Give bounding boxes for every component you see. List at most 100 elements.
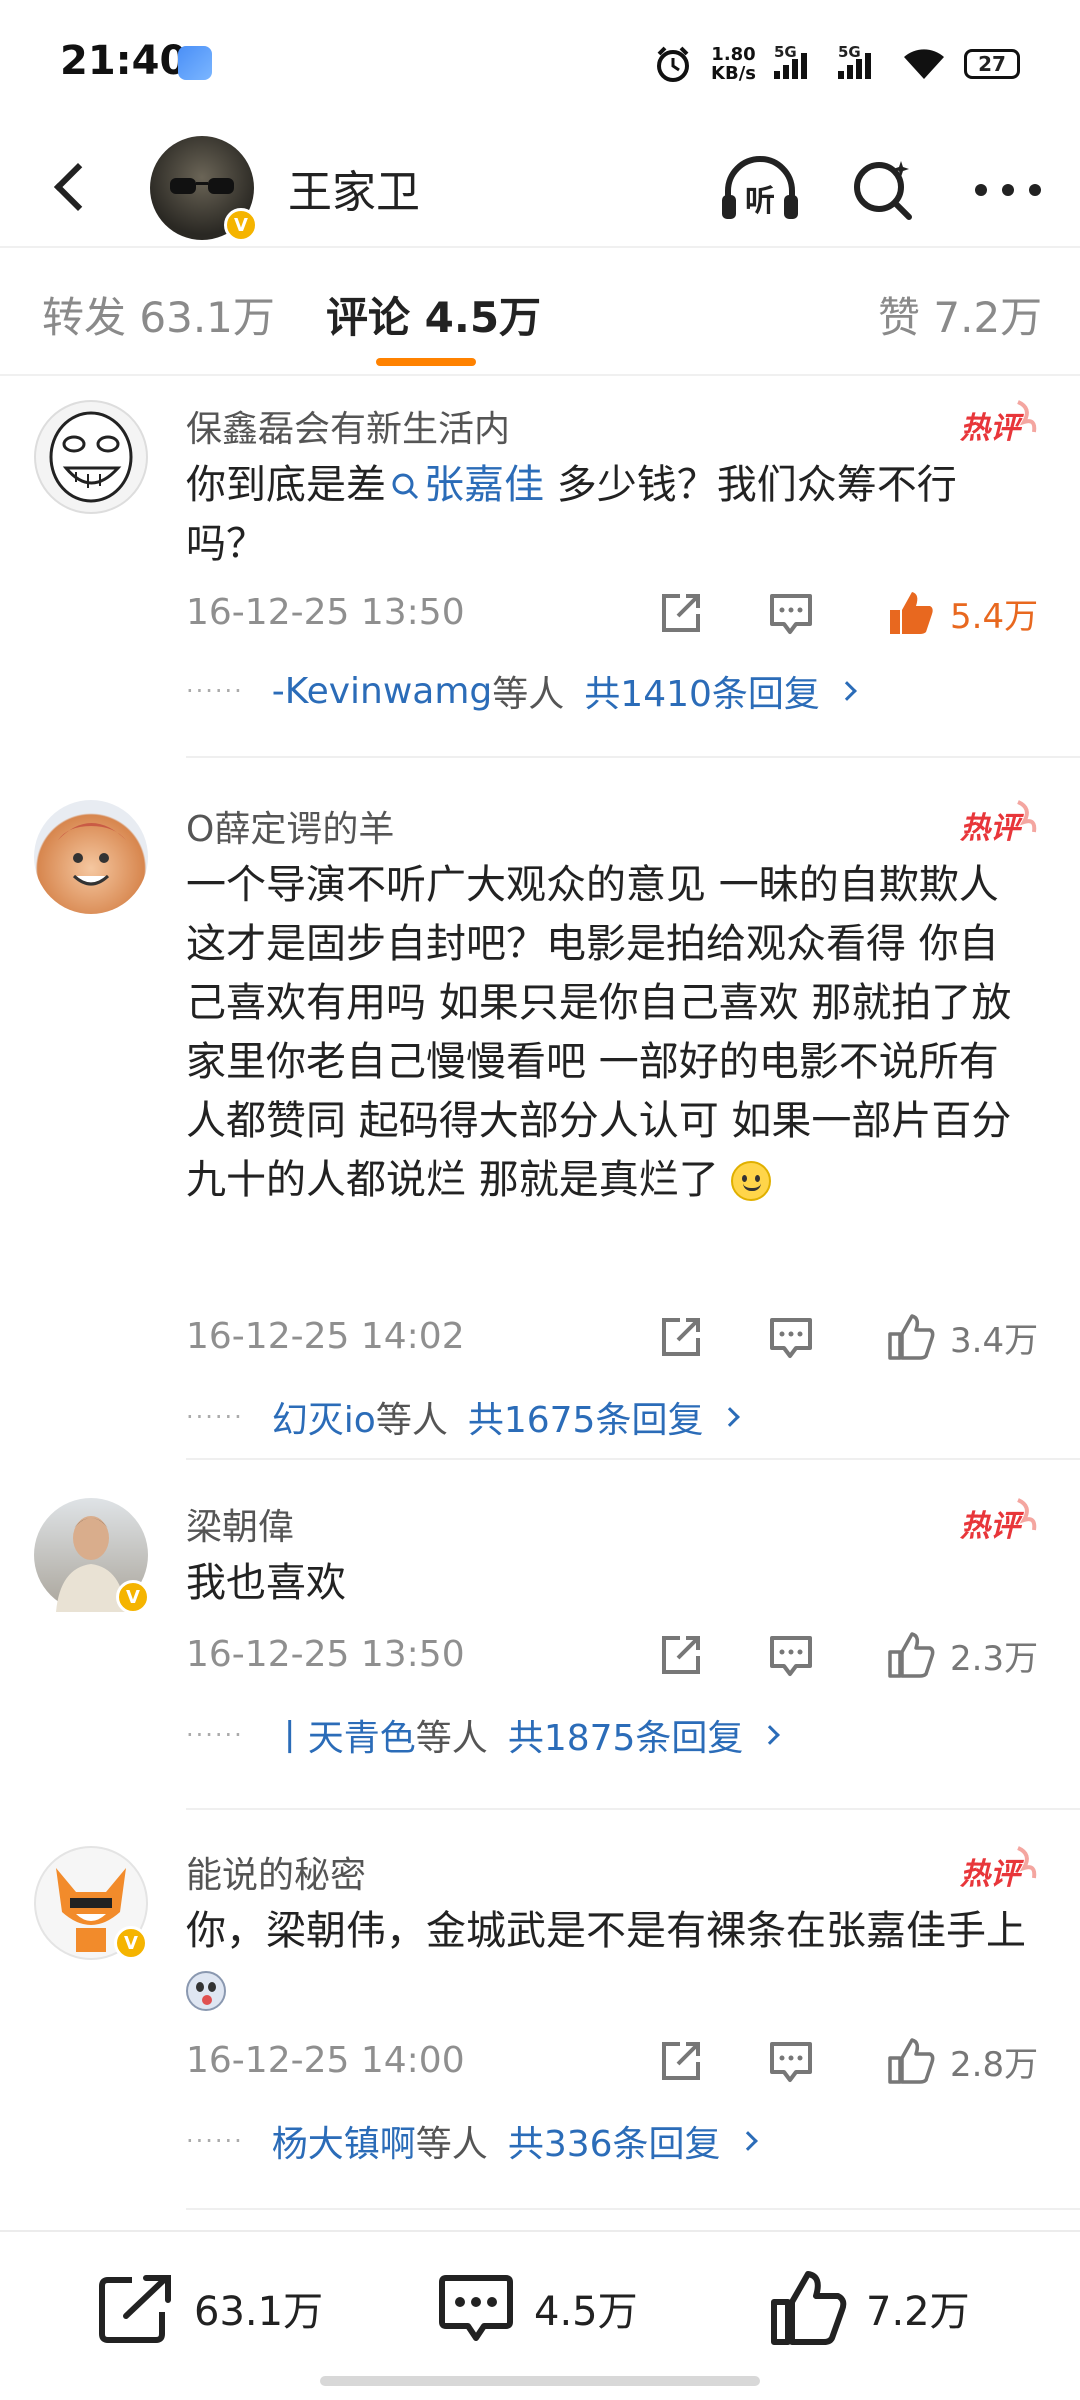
reply-users[interactable]: 杨大镇啊 bbox=[272, 2115, 416, 2167]
share-icon[interactable] bbox=[656, 1312, 706, 1362]
reply-users[interactable]: -Kevinwamg bbox=[272, 671, 493, 712]
comment-time: 16-12-25 14:02 bbox=[186, 1316, 465, 1357]
comment-text-part: 你，梁朝伟，金城武是不是有裸条在张嘉佳手上 bbox=[186, 1908, 1026, 1954]
reply-users[interactable]: 幻灭io bbox=[272, 1391, 376, 1443]
comment-item: V 能说的秘密 热评 你，梁朝伟，金城武是不是有裸条在张嘉佳手上 16-12-2… bbox=[0, 1846, 1080, 2226]
back-button[interactable] bbox=[36, 152, 106, 222]
hot-comment-badge: 热评 bbox=[959, 800, 1037, 846]
active-tab-indicator bbox=[376, 358, 476, 366]
tab-reposts[interactable]: 转发 63.1万 bbox=[42, 284, 275, 345]
comment-button[interactable]: 4.5万 bbox=[436, 2268, 638, 2348]
reply-users[interactable]: 丨天青色 bbox=[272, 1709, 416, 1761]
comment-icon[interactable] bbox=[766, 1312, 816, 1362]
status-bar: 21:40 1.80 KB/s 5G 5G 27 bbox=[0, 0, 1080, 130]
comment-text: 你，梁朝伟，金城武是不是有裸条在张嘉佳手上 bbox=[186, 1902, 1026, 2020]
listen-icon[interactable]: 听 bbox=[718, 148, 802, 232]
status-time: 21:40 bbox=[60, 38, 188, 84]
more-icon[interactable] bbox=[966, 148, 1050, 232]
home-indicator[interactable] bbox=[320, 2376, 760, 2386]
tab-comments-count: 4.5万 bbox=[424, 293, 542, 342]
search-small-icon bbox=[392, 473, 419, 500]
like-button[interactable]: 2.3万 bbox=[886, 1626, 1038, 1684]
share-icon[interactable] bbox=[656, 2036, 706, 2086]
repost-button[interactable]: 63.1万 bbox=[96, 2268, 323, 2348]
comment-username[interactable]: O薛定谔的羊 bbox=[186, 800, 394, 852]
network-speed-unit: KB/s bbox=[711, 63, 756, 84]
thumbs-up-filled-icon bbox=[890, 592, 933, 634]
reply-count[interactable]: 共336条回复 bbox=[508, 2115, 721, 2167]
repost-icon bbox=[99, 2275, 171, 2343]
reply-count[interactable]: 共1410条回复 bbox=[584, 665, 820, 717]
alarm-icon bbox=[657, 46, 690, 82]
comment-text: 我也喜欢 bbox=[186, 1560, 346, 1606]
battery-level: 27 bbox=[978, 52, 1006, 76]
network-speed: 1.80 KB/s bbox=[711, 45, 756, 83]
signal-sim1-icon: 5G bbox=[774, 43, 820, 79]
comment-icon[interactable] bbox=[766, 1630, 816, 1680]
meme-face-graphic bbox=[49, 411, 133, 503]
comment-username[interactable]: 梁朝偉 bbox=[186, 1498, 294, 1550]
reply-dots: ······ bbox=[186, 1721, 244, 1749]
hot-comment-label: 热评 bbox=[959, 1857, 1025, 1892]
tabs-divider bbox=[0, 374, 1080, 376]
search-icon[interactable] bbox=[842, 148, 926, 232]
comment-avatar[interactable] bbox=[34, 400, 148, 514]
reply-summary[interactable]: ······ -Kevinwamg 等人 共1410条回复 bbox=[186, 665, 857, 717]
comment-time: 16-12-25 13:50 bbox=[186, 1634, 465, 1675]
network-speed-value: 1.80 bbox=[711, 44, 756, 65]
tab-comments[interactable]: 评论 4.5万 bbox=[326, 284, 541, 345]
comment-avatar[interactable]: V bbox=[34, 1846, 148, 1960]
reply-count[interactable]: 共1875条回复 bbox=[508, 1709, 744, 1761]
like-count: 2.3万 bbox=[950, 1638, 1039, 1679]
comment-bubble-icon bbox=[439, 2275, 513, 2341]
reply-dots: ······ bbox=[186, 2127, 244, 2155]
mention-link[interactable]: 张嘉佳 bbox=[386, 462, 544, 508]
battery-icon: 27 bbox=[964, 49, 1020, 79]
search-graphic bbox=[854, 161, 912, 220]
like-button[interactable]: 3.4万 bbox=[886, 1308, 1038, 1366]
comment-item: V 梁朝偉 热评 我也喜欢 16-12-25 13:50 2.3万 ······… bbox=[0, 1498, 1080, 1828]
reply-summary[interactable]: ······ 幻灭io 等人 共1675条回复 bbox=[186, 1391, 741, 1443]
verified-badge-icon: V bbox=[224, 208, 258, 242]
like-post-button[interactable]: 7.2万 bbox=[768, 2268, 970, 2348]
notification-app-icon bbox=[178, 46, 212, 80]
comment-time: 16-12-25 13:50 bbox=[186, 592, 465, 633]
reply-count[interactable]: 共1675条回复 bbox=[468, 1391, 704, 1443]
comment-divider bbox=[186, 2208, 1080, 2210]
comment-text: 你到底是差 张嘉佳 多少钱？我们众筹不行吗？ bbox=[186, 456, 1026, 574]
comment-time: 16-12-25 14:00 bbox=[186, 2040, 465, 2081]
chevron-right-icon bbox=[737, 2131, 758, 2151]
reply-summary[interactable]: ······ 杨大镇啊 等人 共336条回复 bbox=[186, 2115, 758, 2167]
wifi-icon bbox=[904, 49, 944, 79]
share-icon[interactable] bbox=[656, 588, 706, 638]
like-button[interactable]: 2.8万 bbox=[886, 2032, 1038, 2090]
comment-username[interactable]: 能说的秘密 bbox=[186, 1846, 366, 1898]
back-arrow-icon bbox=[53, 162, 103, 212]
author-avatar[interactable]: V bbox=[150, 136, 258, 242]
bottom-action-bar: 63.1万 4.5万 7.2万 bbox=[0, 2230, 1080, 2400]
header-actions: 听 bbox=[718, 148, 1050, 232]
comment-icon[interactable] bbox=[766, 588, 816, 638]
verified-badge-icon: V bbox=[114, 1926, 148, 1960]
share-icon[interactable] bbox=[656, 1630, 706, 1680]
repost-count: 63.1万 bbox=[194, 2289, 324, 2335]
hot-comment-badge: 热评 bbox=[959, 400, 1037, 446]
mention-text: 张嘉佳 bbox=[424, 462, 544, 508]
tab-likes[interactable]: 赞 7.2万 bbox=[878, 284, 1042, 345]
comment-avatar[interactable] bbox=[34, 800, 148, 914]
anime-face-graphic bbox=[58, 823, 126, 886]
author-name[interactable]: 王家卫 bbox=[288, 156, 420, 220]
comment-username[interactable]: 保鑫磊会有新生活内 bbox=[186, 400, 510, 452]
comment-avatar[interactable]: V bbox=[34, 1498, 150, 1614]
reply-suffix: 等人 bbox=[415, 1718, 488, 1759]
tab-likes-count: 7.2万 bbox=[933, 293, 1043, 342]
sim2-label: 5G bbox=[838, 43, 861, 61]
comment-icon[interactable] bbox=[766, 2036, 816, 2086]
tab-comments-label: 评论 bbox=[326, 293, 411, 342]
reply-summary[interactable]: ······ 丨天青色 等人 共1875条回复 bbox=[186, 1709, 781, 1761]
reply-dots: ······ bbox=[186, 677, 244, 705]
listen-label: 听 bbox=[745, 184, 775, 219]
sunglasses-graphic bbox=[170, 178, 234, 194]
like-button[interactable]: 5.4万 bbox=[886, 584, 1038, 642]
shocked-emoji-icon bbox=[186, 1971, 226, 2011]
